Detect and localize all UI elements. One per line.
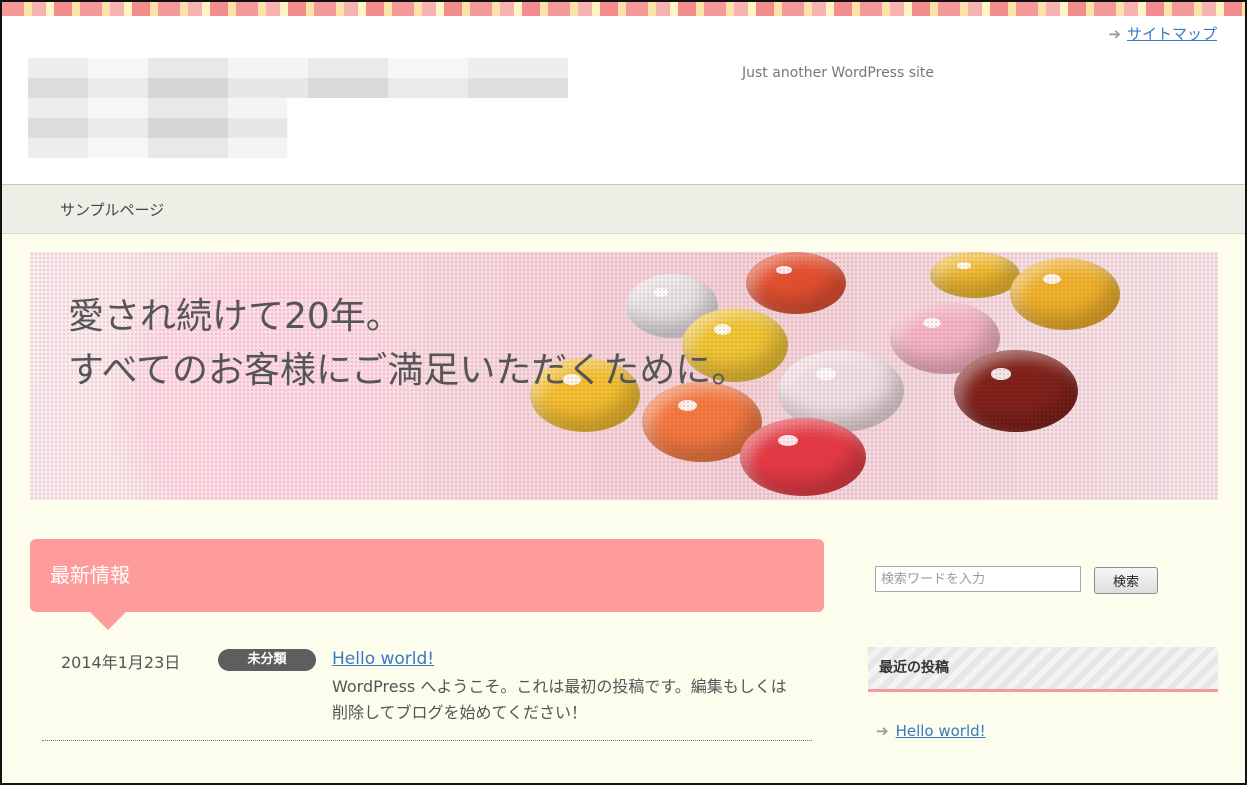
site-header: Just another WordPress site ➔ サイトマップ xyxy=(2,16,1245,185)
recent-post-item[interactable]: ➔ Hello world! xyxy=(876,722,986,740)
hero-line-1: 愛され続けて20年。 xyxy=(68,296,402,337)
candy-image xyxy=(890,302,1000,374)
arrow-right-icon: ➔ xyxy=(876,722,889,740)
post-date: 2014年1月23日 xyxy=(61,653,181,672)
candy-image xyxy=(954,350,1078,432)
site-logo-blurred[interactable] xyxy=(28,58,568,158)
recent-posts-title: 最近の投稿 xyxy=(868,647,1218,692)
candy-image xyxy=(930,252,1020,298)
arrow-right-icon: ➔ xyxy=(1108,24,1121,43)
recent-post-link[interactable]: Hello world! xyxy=(896,722,986,740)
global-nav: サンプルページ xyxy=(2,185,1245,234)
sitemap-link-group[interactable]: ➔ サイトマップ xyxy=(1108,23,1217,44)
post-list-item: 2014年1月23日 未分類 Hello world! WordPress へよ… xyxy=(42,642,812,741)
hero-banner: 愛され続けて20年。 すべてのお客様にご満足いただくために。 xyxy=(30,252,1218,500)
hero-line-2: すべてのお客様にご満足いただくために。 xyxy=(68,350,748,391)
search-input[interactable] xyxy=(875,566,1081,592)
candy-image xyxy=(778,350,904,432)
candy-image xyxy=(746,252,846,314)
nav-item-sample-page[interactable]: サンプルページ xyxy=(60,199,164,220)
hero-heading: 愛され続けて20年。 すべてのお客様にご満足いただくために。 xyxy=(68,290,747,398)
candy-image xyxy=(1010,258,1120,330)
news-section-title: 最新情報 xyxy=(30,539,824,630)
browser-page: Just another WordPress site ➔ サイトマップ サンプ… xyxy=(0,0,1247,785)
post-excerpt: WordPress へようこそ。これは最初の投稿です。編集もしくは削除してブログ… xyxy=(332,677,787,722)
category-badge[interactable]: 未分類 xyxy=(218,649,316,671)
post-title-link[interactable]: Hello world! xyxy=(332,649,434,669)
search-button[interactable]: 検索 xyxy=(1094,567,1158,594)
decorative-stripe-bar xyxy=(2,2,1245,16)
candy-image xyxy=(740,418,866,496)
site-tagline: Just another WordPress site xyxy=(742,65,935,81)
sitemap-link[interactable]: サイトマップ xyxy=(1127,23,1217,44)
